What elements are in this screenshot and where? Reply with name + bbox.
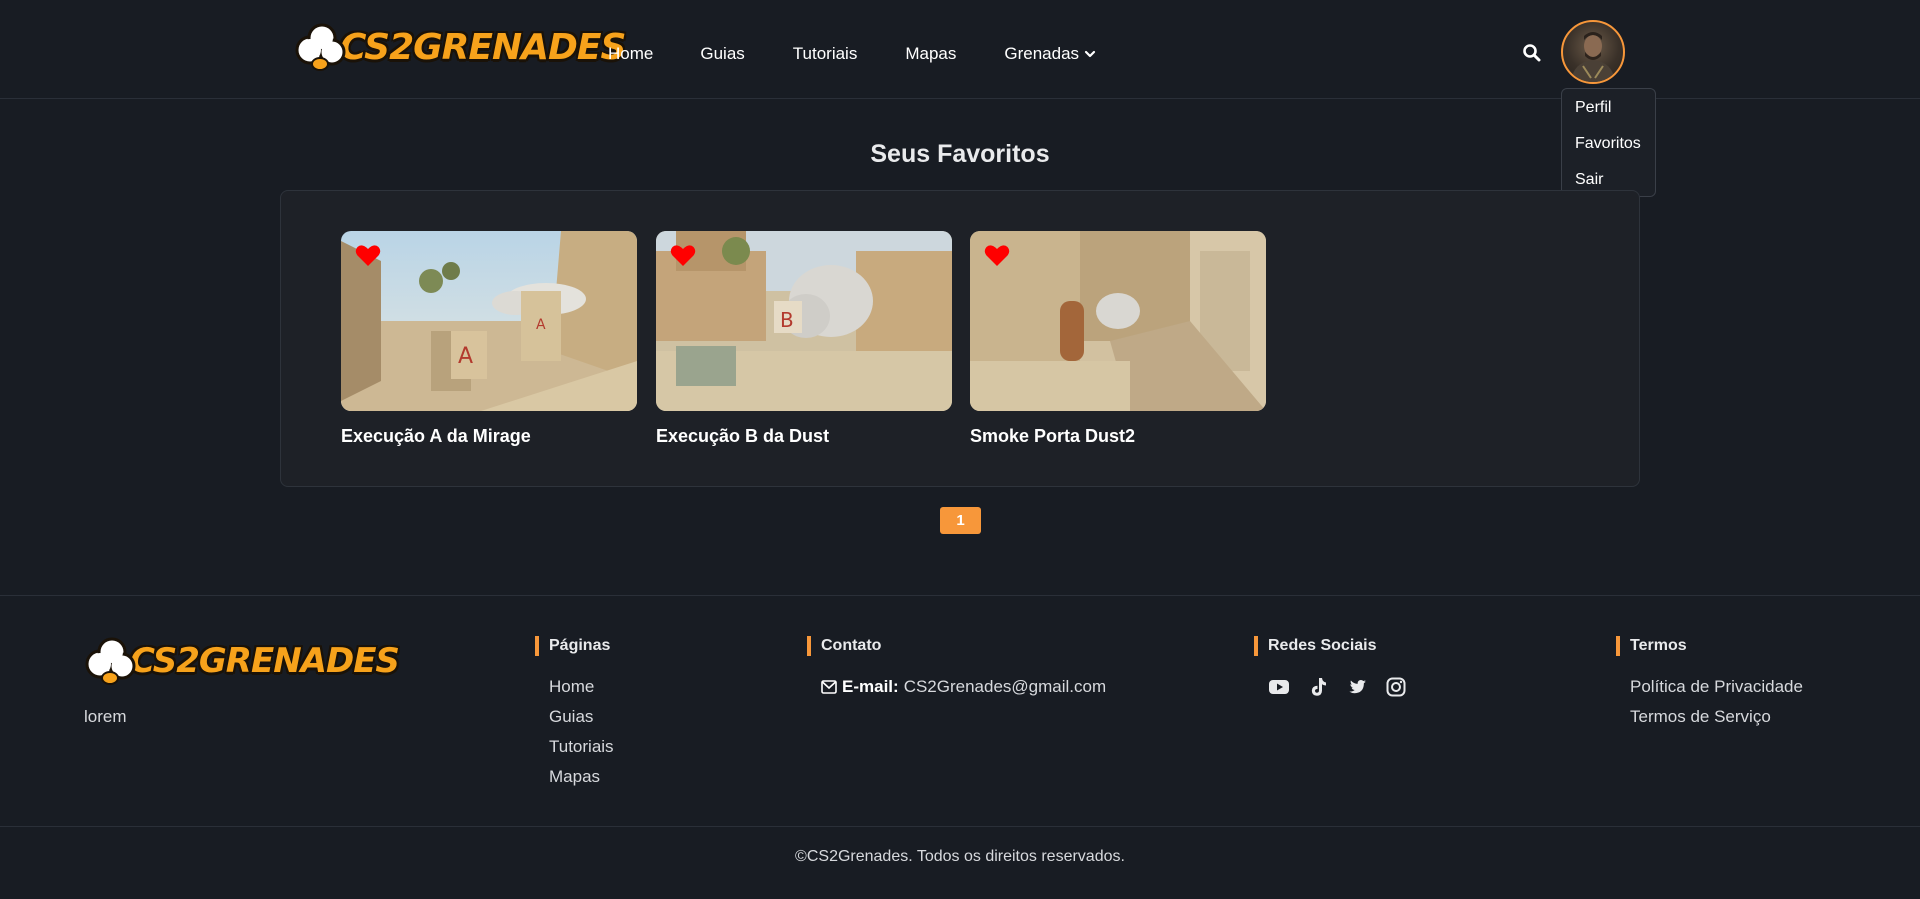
chevron-down-icon	[1084, 50, 1096, 58]
user-avatar[interactable]	[1561, 20, 1625, 84]
footer-link-mapas[interactable]: Mapas	[549, 767, 614, 787]
card-thumbnail	[970, 231, 1266, 411]
pagination-page-1[interactable]: 1	[940, 507, 981, 534]
svg-text:A: A	[458, 344, 473, 369]
nav-mapas[interactable]: Mapas	[905, 44, 956, 64]
favorites-panel: A A Execução A da Mirage B Execução B da…	[280, 190, 1640, 487]
youtube-icon[interactable]	[1268, 676, 1290, 698]
tiktok-icon[interactable]	[1307, 676, 1329, 698]
footer-pages-column: Páginas Home Guias Tutoriais Mapas	[535, 636, 614, 797]
footer-link-guias[interactable]: Guias	[549, 707, 614, 727]
footer-terms-heading: Termos	[1616, 636, 1803, 656]
card-title: Smoke Porta Dust2	[970, 426, 1136, 446]
site-logo[interactable]: CS2GRENADES	[294, 20, 626, 74]
card-thumbnail: B	[656, 231, 952, 411]
favorite-card[interactable]: B Execução B da Dust	[656, 231, 952, 447]
footer-social-heading: Redes Sociais	[1254, 636, 1424, 656]
contact-email: E-mail: CS2Grenades@gmail.com	[807, 677, 1106, 697]
footer-contact-column: Contato E-mail: CS2Grenades@gmail.com	[807, 636, 1106, 697]
svg-text:A: A	[536, 317, 546, 333]
footer-link-home[interactable]: Home	[549, 677, 614, 697]
menu-item-sair[interactable]: Sair	[1575, 171, 1603, 189]
card-thumbnail: A A	[341, 231, 637, 411]
heart-icon[interactable]	[355, 243, 381, 267]
nav-grenadas-label: Grenadas	[1004, 44, 1080, 63]
nav-guias[interactable]: Guias	[700, 44, 744, 64]
email-address[interactable]: CS2Grenades@gmail.com	[904, 677, 1106, 697]
nav-home[interactable]: Home	[608, 44, 653, 64]
footer-divider	[0, 826, 1920, 827]
user-portrait-icon	[1571, 32, 1615, 82]
logo-wordmark: CS2GRENADES	[130, 641, 400, 681]
card-title: Execução B da Dust	[656, 426, 830, 446]
nav-grenadas-dropdown[interactable]: Grenadas	[1004, 44, 1096, 64]
dust2-screenshot-image	[970, 231, 1266, 411]
footer-link-privacy-policy[interactable]: Política de Privacidade	[1630, 677, 1803, 697]
smoke-cloud-icon	[85, 637, 136, 685]
twitter-icon[interactable]	[1346, 676, 1368, 698]
heart-icon[interactable]	[670, 243, 696, 267]
footer-tagline: lorem	[84, 707, 127, 726]
site-footer: CS2GRENADES lorem Páginas Home Guias Tut…	[0, 595, 1920, 899]
footer-link-tutoriais[interactable]: Tutoriais	[549, 737, 614, 757]
footer-contact-heading: Contato	[807, 636, 1106, 656]
favorite-card[interactable]: Smoke Porta Dust2	[970, 231, 1266, 447]
smoke-cloud-icon	[295, 23, 346, 71]
site-header: CS2GRENADES Home Guias Tutoriais Mapas G…	[0, 0, 1920, 99]
email-label: E-mail:	[842, 677, 899, 696]
footer-logo[interactable]: CS2GRENADES	[84, 634, 400, 688]
search-icon[interactable]	[1522, 43, 1542, 63]
copyright-text: ©CS2Grenades. Todos os direitos reservad…	[795, 848, 1125, 865]
envelope-icon	[821, 680, 837, 694]
footer-social-column: Redes Sociais	[1254, 636, 1424, 698]
nav-tutoriais[interactable]: Tutoriais	[793, 44, 858, 64]
dust-screenshot-image: B	[656, 231, 952, 411]
card-title: Execução A da Mirage	[341, 426, 531, 446]
menu-item-perfil[interactable]: Perfil	[1575, 99, 1611, 117]
logo-wordmark: CS2GRENADES	[340, 26, 626, 68]
footer-link-terms-of-service[interactable]: Termos de Serviço	[1630, 707, 1803, 727]
mirage-screenshot-image: A A	[341, 231, 637, 411]
svg-text:B: B	[780, 308, 794, 332]
main-nav: Home Guias Tutoriais Mapas Grenadas	[608, 44, 1096, 64]
instagram-icon[interactable]	[1385, 676, 1407, 698]
footer-terms-column: Termos Política de Privacidade Termos de…	[1616, 636, 1803, 737]
footer-pages-heading: Páginas	[535, 636, 614, 656]
favorite-card[interactable]: A A Execução A da Mirage	[341, 231, 637, 447]
heart-icon[interactable]	[984, 243, 1010, 267]
page-title: Seus Favoritos	[870, 140, 1050, 168]
